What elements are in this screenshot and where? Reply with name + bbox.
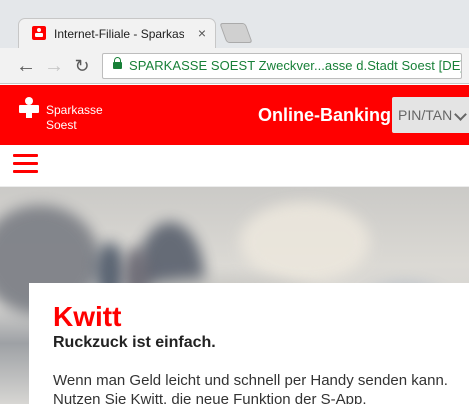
tab-strip: Internet-Filiale - Sparkasse × <box>0 0 469 48</box>
back-icon[interactable]: ← <box>15 55 37 77</box>
menu-line-1 <box>13 154 38 157</box>
promo-description-line-2: Nutzen Sie Kwitt, die neue Funktion der … <box>53 391 367 404</box>
menu-line-3 <box>13 170 38 173</box>
site-identity: SPARKASSE SOEST Zweckver...asse d.Stadt … <box>129 58 461 73</box>
logo-dot <box>25 97 33 105</box>
browser-toolbar: ← → ↻ SPARKASSE SOEST Zweckver...asse d.… <box>0 48 469 84</box>
reload-icon[interactable]: ↻ <box>71 55 93 77</box>
bank-name-line-1: Sparkasse <box>46 103 103 117</box>
browser-window: Internet-Filiale - Sparkasse × ← → ↻ SPA… <box>0 0 469 404</box>
blurred-shape <box>240 202 370 282</box>
forward-icon[interactable]: → <box>43 55 65 77</box>
tab-internet-filiale[interactable]: Internet-Filiale - Sparkasse × <box>18 18 216 48</box>
sparkasse-logo-icon[interactable] <box>19 97 39 118</box>
logo-stem <box>26 111 32 118</box>
hamburger-menu-icon[interactable] <box>13 153 38 175</box>
auth-method-value: PIN/TAN <box>398 107 452 123</box>
sparkasse-favicon-icon <box>32 26 46 40</box>
bank-name-line-2: Soest <box>46 118 77 132</box>
promo-description-line-1: Wenn man Geld leicht und schnell per Han… <box>53 372 448 389</box>
tab-title: Internet-Filiale - Sparkasse <box>54 27 184 41</box>
address-bar[interactable]: SPARKASSE SOEST Zweckver...asse d.Stadt … <box>102 53 462 79</box>
bank-name: Sparkasse Soest <box>46 103 136 133</box>
new-tab-button[interactable] <box>219 23 253 43</box>
tab-close-icon[interactable]: × <box>195 26 209 40</box>
lock-icon <box>113 57 122 69</box>
menu-line-2 <box>13 162 38 165</box>
site-navigation <box>0 145 469 187</box>
bank-header: Sparkasse Soest Online-Banking PIN/TAN <box>0 85 469 145</box>
online-banking-title: Online-Banking <box>258 105 392 125</box>
chevron-down-icon <box>454 108 467 121</box>
promo-subtitle: Ruckzuck ist einfach. <box>53 334 216 351</box>
promo-title: Kwitt <box>53 301 122 332</box>
promo-card: Kwitt Ruckzuck ist einfach. Wenn man Gel… <box>29 283 469 404</box>
auth-method-select[interactable]: PIN/TAN <box>392 97 469 133</box>
promo-description: Wenn man Geld leicht und schnell per Han… <box>53 371 465 404</box>
